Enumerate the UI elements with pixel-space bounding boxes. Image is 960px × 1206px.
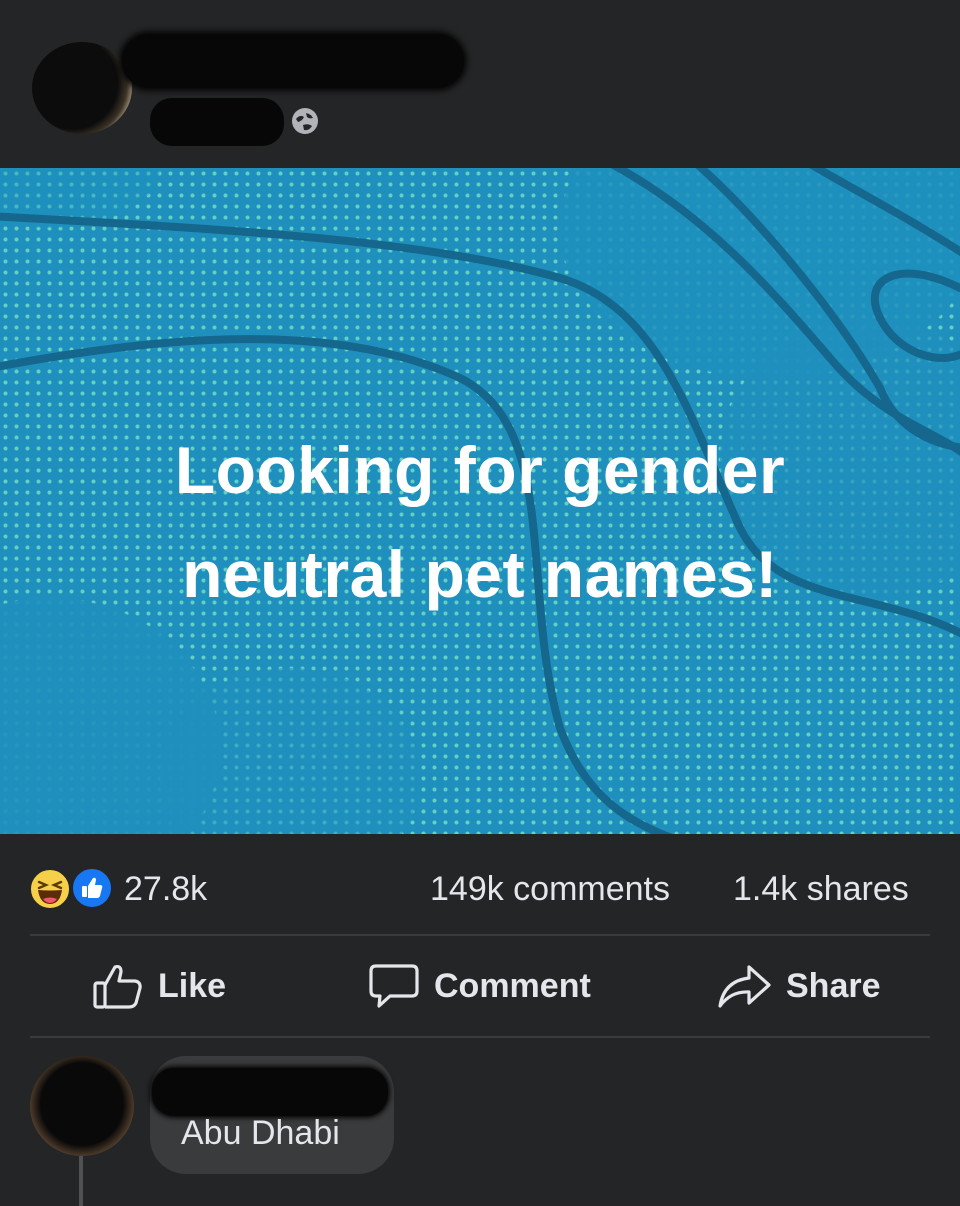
like-button[interactable]: Like [92,954,226,1018]
share-label: Share [786,966,881,1005]
redacted-commenter-name [152,1068,388,1116]
post-text-line: neutral pet names! [182,537,778,611]
share-arrow-icon [718,965,771,1008]
comment-label: Comment [434,966,591,1005]
post-background-card[interactable]: Looking for gender neutral pet names! [0,168,960,834]
share-button[interactable]: Share [716,954,881,1018]
divider [30,1036,930,1038]
post-header [0,0,960,168]
redacted-author-name [122,34,464,88]
haha-reaction-icon[interactable] [29,868,71,910]
redacted-timestamp [150,98,284,146]
reaction-count[interactable]: 27.8k [124,870,207,909]
globe-icon [292,108,318,134]
comment-button[interactable]: Comment [368,954,591,1018]
like-reaction-icon[interactable] [70,866,114,910]
thread-line [79,1156,83,1206]
author-avatar[interactable] [32,42,132,134]
divider [30,934,930,936]
post-text: Looking for gender neutral pet names! [90,418,870,626]
like-label: Like [158,966,227,1005]
post-text-line: Looking for gender [174,433,786,507]
commenter-avatar[interactable] [30,1056,134,1156]
comment-text: Abu Dhabi [181,1114,340,1152]
facebook-post: Looking for gender neutral pet names! 27… [0,0,960,1206]
speech-bubble-icon [369,964,419,1008]
reaction-stats-row: 27.8k 149k comments 1.4k shares [0,848,960,924]
thumbs-up-icon [93,964,142,1009]
comments-count[interactable]: 149k comments [430,870,670,909]
shares-count[interactable]: 1.4k shares [733,870,909,909]
